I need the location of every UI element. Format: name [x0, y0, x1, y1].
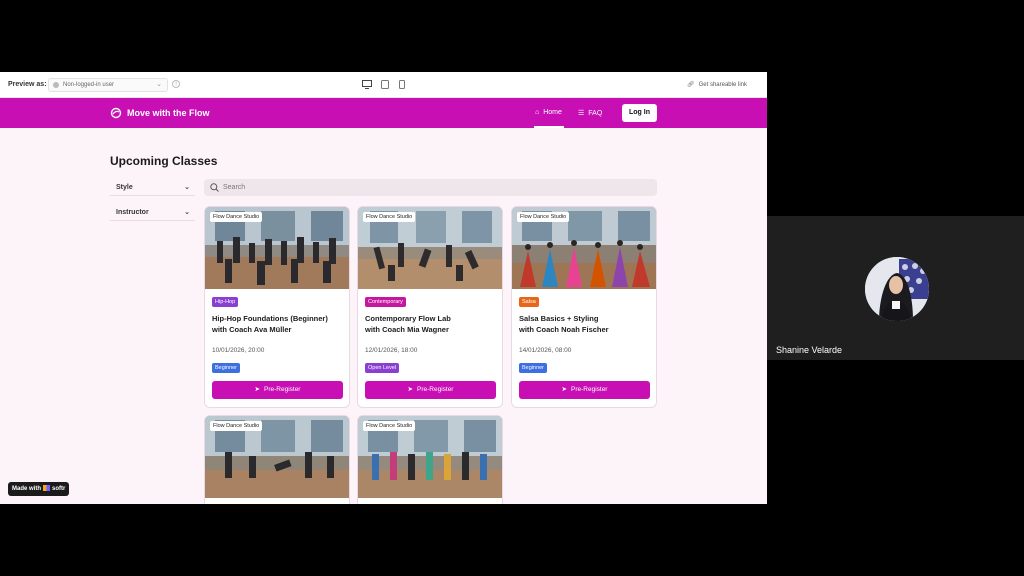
- preview-user-select[interactable]: Non-logged-in user ⌄: [48, 78, 168, 92]
- class-title: Contemporary Flow Lab with Coach Mia Wag…: [365, 313, 499, 335]
- class-card[interactable]: Flow Dance Studio Hip-Hop Hip-Hop Founda…: [204, 206, 350, 408]
- desktop-icon[interactable]: [362, 80, 372, 89]
- class-coach-line: with Coach Noah Fischer: [519, 325, 609, 334]
- page-title: Upcoming Classes: [110, 154, 218, 168]
- class-card[interactable]: Flow Dance Studio Contemporary Contempor…: [357, 206, 503, 408]
- search-icon: [210, 183, 219, 192]
- filter-style-label: Style: [116, 184, 133, 191]
- style-badge: Salsa: [519, 297, 539, 307]
- pre-register-button[interactable]: ➤ Pre-Register: [365, 381, 496, 399]
- made-with-brand: softr: [52, 486, 66, 492]
- class-card[interactable]: Flow Dance Studio Salsa Salsa Basics + S…: [511, 206, 657, 408]
- studio-tag: Flow Dance Studio: [363, 212, 416, 222]
- brand-logo-icon: [110, 107, 122, 119]
- class-title-line: Salsa Basics + Styling: [519, 314, 599, 323]
- screen-share-stage: Preview as: Non-logged-in user ⌄ i 🔗︎ Get…: [0, 0, 1024, 576]
- share-label: Get shareable link: [698, 82, 747, 88]
- class-coach-line: with Coach Mia Wagner: [365, 325, 449, 334]
- class-title-line: Hip-Hop Foundations (Beginner): [212, 314, 328, 323]
- list-icon: ☰: [578, 110, 585, 117]
- pre-register-button[interactable]: ➤ Pre-Register: [519, 381, 650, 399]
- studio-tag: Flow Dance Studio: [517, 212, 570, 222]
- class-coach-line: with Coach Ava Müller: [212, 325, 292, 334]
- info-icon[interactable]: i: [172, 80, 180, 88]
- app-preview-window: Preview as: Non-logged-in user ⌄ i 🔗︎ Get…: [0, 72, 767, 504]
- nav-home[interactable]: ⌂ Home: [535, 109, 562, 116]
- send-icon: ➤: [254, 386, 260, 393]
- class-card[interactable]: Flow Dance Studio: [204, 415, 350, 504]
- app-header: Move with the Flow ⌂ Home ☰ FAQ Log In: [0, 98, 767, 128]
- class-title: Hip-Hop Foundations (Beginner) with Coac…: [212, 313, 346, 335]
- participant-name: Shanine Velarde: [776, 345, 843, 355]
- search-placeholder: Search: [223, 184, 246, 191]
- send-icon: ➤: [561, 386, 567, 393]
- pre-register-label: Pre-Register: [263, 386, 301, 393]
- home-icon: ⌂: [535, 109, 540, 116]
- nav-faq[interactable]: ☰ FAQ: [578, 109, 603, 118]
- link-icon: 🔗︎: [687, 82, 695, 88]
- class-title: Salsa Basics + Styling with Coach Noah F…: [519, 313, 653, 335]
- softr-logo-icon: [43, 485, 51, 491]
- level-badge: Open Level: [365, 363, 400, 373]
- search-input[interactable]: Search: [204, 179, 657, 196]
- level-badge: Beginner: [519, 363, 548, 373]
- class-photo: Flow Dance Studio: [358, 207, 502, 289]
- mobile-icon[interactable]: [397, 80, 407, 89]
- chevron-down-icon: ⌄: [184, 184, 190, 191]
- pre-register-label: Pre-Register: [570, 386, 608, 393]
- level-badge: Beginner: [212, 363, 241, 373]
- nav-home-label: Home: [543, 109, 562, 116]
- participant-avatar: [865, 257, 929, 321]
- class-date: 14/01/2026, 08:00: [519, 347, 572, 354]
- pre-register-label: Pre-Register: [416, 386, 454, 393]
- preview-toolbar: Preview as: Non-logged-in user ⌄ i 🔗︎ Get…: [0, 72, 767, 98]
- made-with-softr-badge[interactable]: Made with softr: [8, 482, 70, 496]
- class-photo: Flow Dance Studio: [205, 416, 349, 498]
- studio-tag: Flow Dance Studio: [210, 212, 263, 222]
- shareable-link-button[interactable]: 🔗︎ Get shareable link: [687, 81, 747, 88]
- filter-style[interactable]: Style ⌄: [110, 179, 195, 196]
- class-title-line: Contemporary Flow Lab: [365, 314, 451, 323]
- pre-register-button[interactable]: ➤ Pre-Register: [212, 381, 343, 399]
- tablet-icon[interactable]: [380, 80, 390, 89]
- filter-instructor[interactable]: Instructor ⌄: [110, 204, 195, 221]
- preview-as-label: Preview as:: [8, 81, 47, 88]
- class-photo: Flow Dance Studio: [358, 416, 502, 498]
- login-button[interactable]: Log In: [622, 104, 657, 122]
- chevron-down-icon: ⌄: [184, 209, 190, 216]
- class-date: 10/01/2026, 20:00: [212, 347, 265, 354]
- class-photo: Flow Dance Studio: [205, 207, 349, 289]
- brand-name: Move with the Flow: [127, 108, 210, 118]
- chevron-down-icon: ⌄: [156, 81, 162, 88]
- send-icon: ➤: [407, 386, 413, 393]
- nav-faq-label: FAQ: [588, 109, 603, 117]
- user-dot-icon: [53, 82, 59, 88]
- made-with-prefix: Made with: [12, 486, 42, 492]
- nav-active-indicator: [534, 126, 564, 128]
- preview-user-value: Non-logged-in user: [63, 82, 115, 88]
- studio-tag: Flow Dance Studio: [363, 421, 416, 431]
- class-date: 12/01/2026, 18:00: [365, 347, 418, 354]
- filter-instructor-label: Instructor: [116, 209, 149, 216]
- class-photo: Flow Dance Studio: [512, 207, 656, 289]
- brand[interactable]: Move with the Flow: [110, 107, 210, 119]
- style-badge: Contemporary: [365, 297, 406, 307]
- style-badge: Hip-Hop: [212, 297, 239, 307]
- class-card[interactable]: Flow Dance Studio: [357, 415, 503, 504]
- studio-tag: Flow Dance Studio: [210, 421, 263, 431]
